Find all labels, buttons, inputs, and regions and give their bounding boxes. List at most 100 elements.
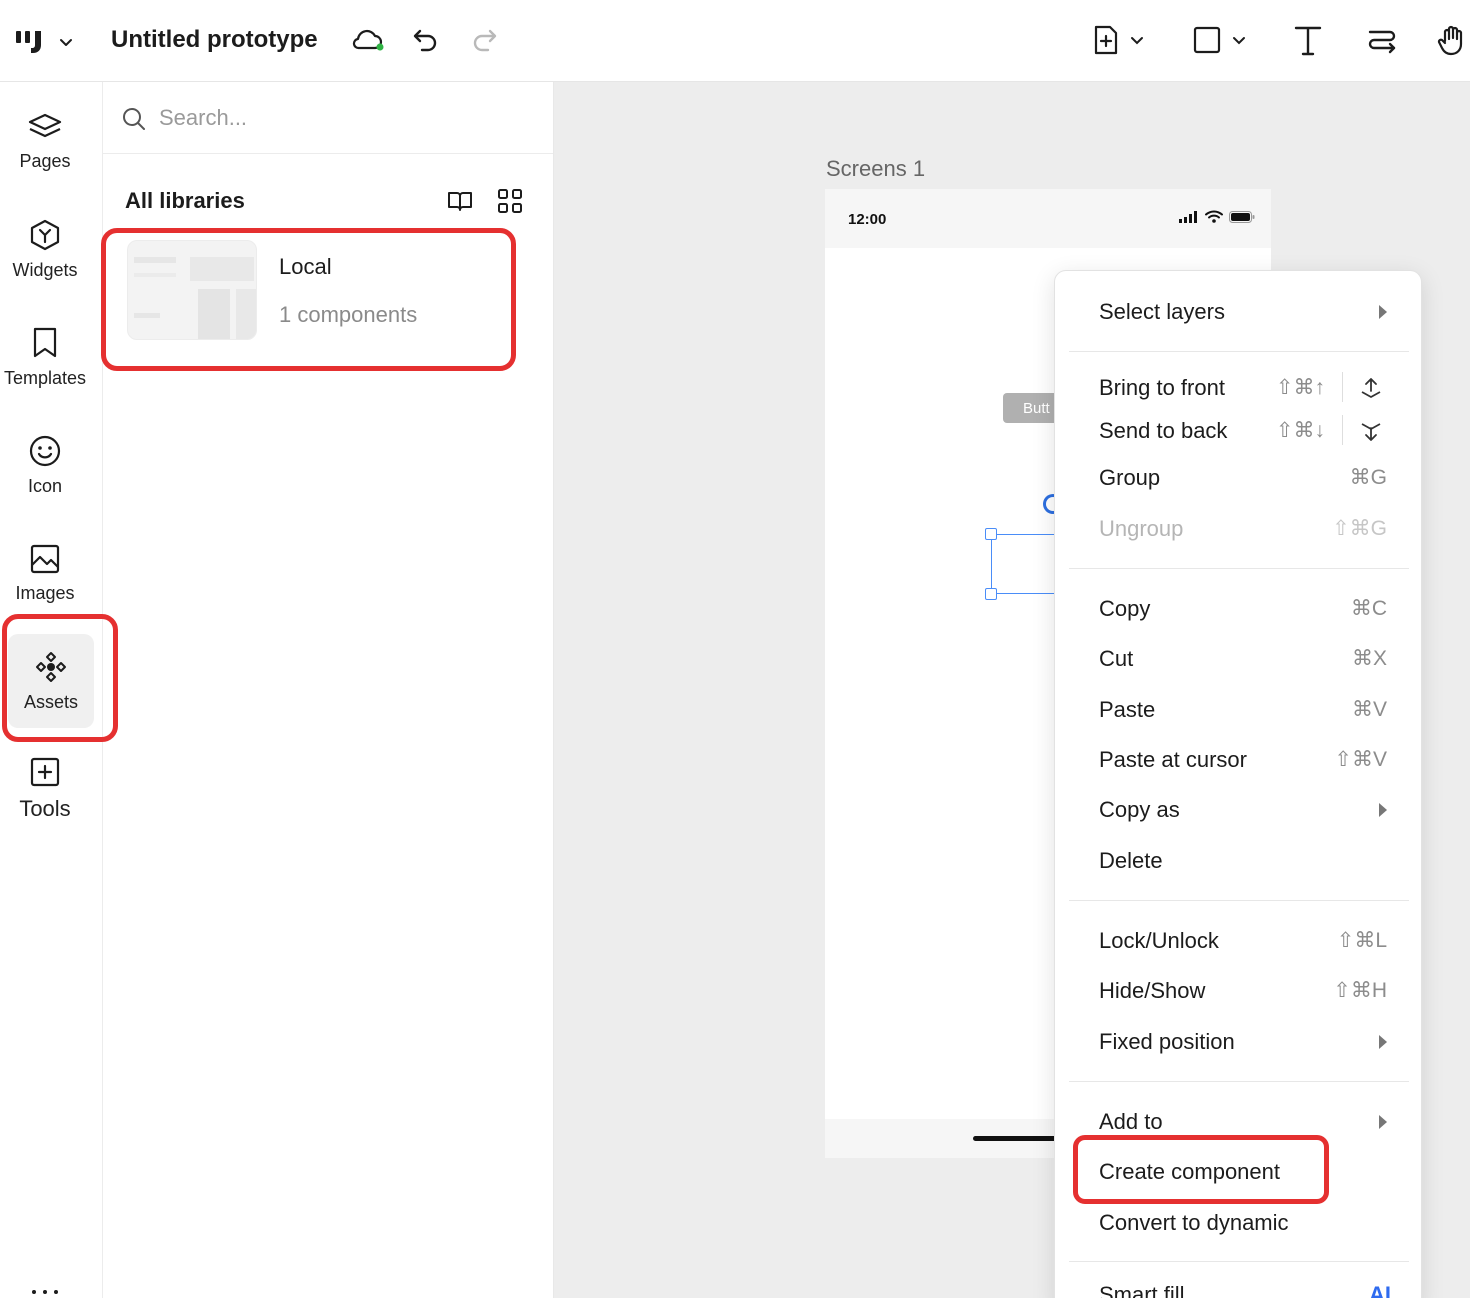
menu-item-label: Paste at cursor — [1099, 747, 1247, 772]
menu-item-paste-at-cursor[interactable]: Paste at cursor ⇧⌘V — [1055, 738, 1421, 782]
library-book-button[interactable] — [445, 186, 475, 216]
menu-shortcut: ⌘C — [1350, 597, 1387, 620]
layers-icon — [27, 111, 63, 143]
rail-label: Pages — [19, 150, 71, 171]
library-name: Local — [279, 254, 332, 279]
menu-item-label: Create component — [1099, 1159, 1280, 1184]
menu-shortcut: ⌘V — [1351, 698, 1387, 721]
menu-item-send-to-back[interactable]: Send to back ⇧⌘↓ — [1055, 409, 1421, 453]
menu-shortcut: ⇧⌘↓ — [1275, 419, 1325, 442]
rail-item-assets[interactable]: Assets — [8, 634, 94, 728]
grid-view-button[interactable] — [495, 186, 525, 216]
menu-item-fixed-position[interactable]: Fixed position — [1055, 1020, 1421, 1064]
left-rail: Pages Widgets Templates Icon Images Asse… — [0, 82, 103, 1298]
menu-item-label: Ungroup — [1099, 516, 1184, 541]
app-menu-button[interactable] — [14, 24, 84, 60]
menu-item-label: Add to — [1099, 1109, 1163, 1134]
logo-icon — [14, 27, 48, 57]
menu-item-bring-to-front[interactable]: Bring to front ⇧⌘↑ — [1055, 366, 1421, 410]
menu-item-smart-fill[interactable]: Smart fill AI — [1055, 1273, 1421, 1298]
rail-item-pages[interactable]: Pages — [0, 94, 90, 188]
menu-item-select-layers[interactable]: Select layers — [1055, 290, 1421, 334]
hand-tool-button[interactable] — [1436, 20, 1470, 60]
rail-item-icon[interactable]: Icon — [0, 418, 90, 512]
menu-shortcut: ⌘G — [1349, 466, 1387, 489]
rail-label: Images — [15, 582, 75, 603]
undo-icon — [411, 26, 441, 54]
menu-shortcut: ⌘X — [1351, 647, 1387, 670]
screen-label[interactable]: Screens 1 — [826, 156, 925, 182]
rail-item-tools[interactable]: Tools — [0, 742, 90, 836]
text-tool-button[interactable] — [1288, 20, 1328, 60]
library-card-local[interactable]: Local 1 components — [111, 230, 514, 366]
cloud-sync-button[interactable] — [348, 20, 388, 60]
menu-item-create-component[interactable]: Create component — [1055, 1150, 1421, 1194]
menu-shortcut: ⇧⌘H — [1333, 979, 1387, 1002]
battery-icon — [1229, 210, 1255, 223]
menu-item-label: Fixed position — [1099, 1029, 1235, 1054]
menu-item-label: Smart fill — [1099, 1282, 1185, 1298]
plus-square-icon — [29, 756, 61, 788]
rectangle-tool-button[interactable] — [1187, 20, 1227, 60]
menu-item-lock-unlock[interactable]: Lock/Unlock ⇧⌘L — [1055, 919, 1421, 963]
document-title[interactable]: Untitled prototype — [111, 24, 318, 56]
rail-item-images[interactable]: Images — [0, 526, 90, 620]
redo-icon — [469, 26, 499, 54]
smiley-icon — [28, 434, 62, 468]
resize-handle[interactable] — [985, 528, 997, 540]
rail-item-widgets[interactable]: Widgets — [0, 202, 90, 296]
menu-shortcut: ⇧⌘V — [1334, 748, 1387, 771]
search-input[interactable] — [159, 100, 529, 136]
add-screen-button[interactable] — [1086, 20, 1126, 60]
assets-panel: All libraries Local 1 components — [103, 82, 554, 1298]
menu-item-label: Group — [1099, 465, 1161, 490]
menu-item-delete[interactable]: Delete — [1055, 839, 1421, 883]
menu-item-label: Hide/Show — [1099, 978, 1206, 1003]
chevron-down-icon — [1130, 33, 1144, 47]
search-icon — [121, 106, 147, 132]
connector-tool-button[interactable] — [1362, 20, 1402, 60]
library-count: 1 components — [279, 302, 418, 327]
bookmark-icon — [30, 326, 60, 360]
wifi-icon — [1205, 210, 1223, 223]
menu-item-copy-as[interactable]: Copy as — [1055, 788, 1421, 832]
submenu-arrow-icon — [1379, 803, 1387, 817]
menu-item-label: Copy as — [1099, 797, 1180, 822]
rail-label: Tools — [19, 796, 71, 821]
bring-front-icon[interactable] — [1359, 376, 1383, 400]
menu-item-label: Paste — [1099, 697, 1156, 722]
menu-item-cut[interactable]: Cut ⌘X — [1055, 637, 1421, 681]
add-screen-icon — [1091, 24, 1121, 56]
submenu-arrow-icon — [1379, 305, 1387, 319]
menu-item-label: Send to back — [1099, 418, 1228, 443]
menu-item-add-to[interactable]: Add to — [1055, 1100, 1421, 1144]
shape-dropdown[interactable] — [1224, 20, 1254, 60]
menu-item-label: Cut — [1099, 646, 1134, 671]
grid-icon — [497, 188, 523, 214]
menu-item-label: Lock/Unlock — [1099, 928, 1219, 953]
ai-badge: AI — [1369, 1282, 1391, 1298]
send-back-icon[interactable] — [1359, 419, 1383, 443]
menu-item-paste[interactable]: Paste ⌘V — [1055, 688, 1421, 732]
menu-item-group[interactable]: Group ⌘G — [1055, 456, 1421, 500]
menu-vertical-divider — [1342, 415, 1343, 445]
resize-handle[interactable] — [985, 588, 997, 600]
menu-item-copy[interactable]: Copy ⌘C — [1055, 587, 1421, 631]
add-screen-dropdown[interactable] — [1122, 20, 1152, 60]
rail-item-templates[interactable]: Templates — [0, 310, 90, 404]
menu-divider — [1069, 351, 1409, 352]
menu-item-label: Select layers — [1099, 299, 1225, 324]
signal-icon — [1179, 210, 1199, 223]
rectangle-icon — [1192, 25, 1222, 55]
menu-divider — [1069, 1081, 1409, 1082]
more-menu[interactable] — [30, 1286, 70, 1294]
menu-item-convert-to-dynamic[interactable]: Convert to dynamic — [1055, 1201, 1421, 1245]
status-bar: 12:00 — [825, 189, 1271, 248]
search-bar — [103, 82, 553, 154]
menu-item-hide-show[interactable]: Hide/Show ⇧⌘H — [1055, 969, 1421, 1013]
redo-button[interactable] — [464, 20, 504, 60]
menu-item-label: Convert to dynamic — [1099, 1210, 1289, 1235]
undo-button[interactable] — [406, 20, 446, 60]
menu-item-ungroup[interactable]: Ungroup ⇧⌘G — [1055, 507, 1421, 551]
book-icon — [446, 189, 474, 213]
